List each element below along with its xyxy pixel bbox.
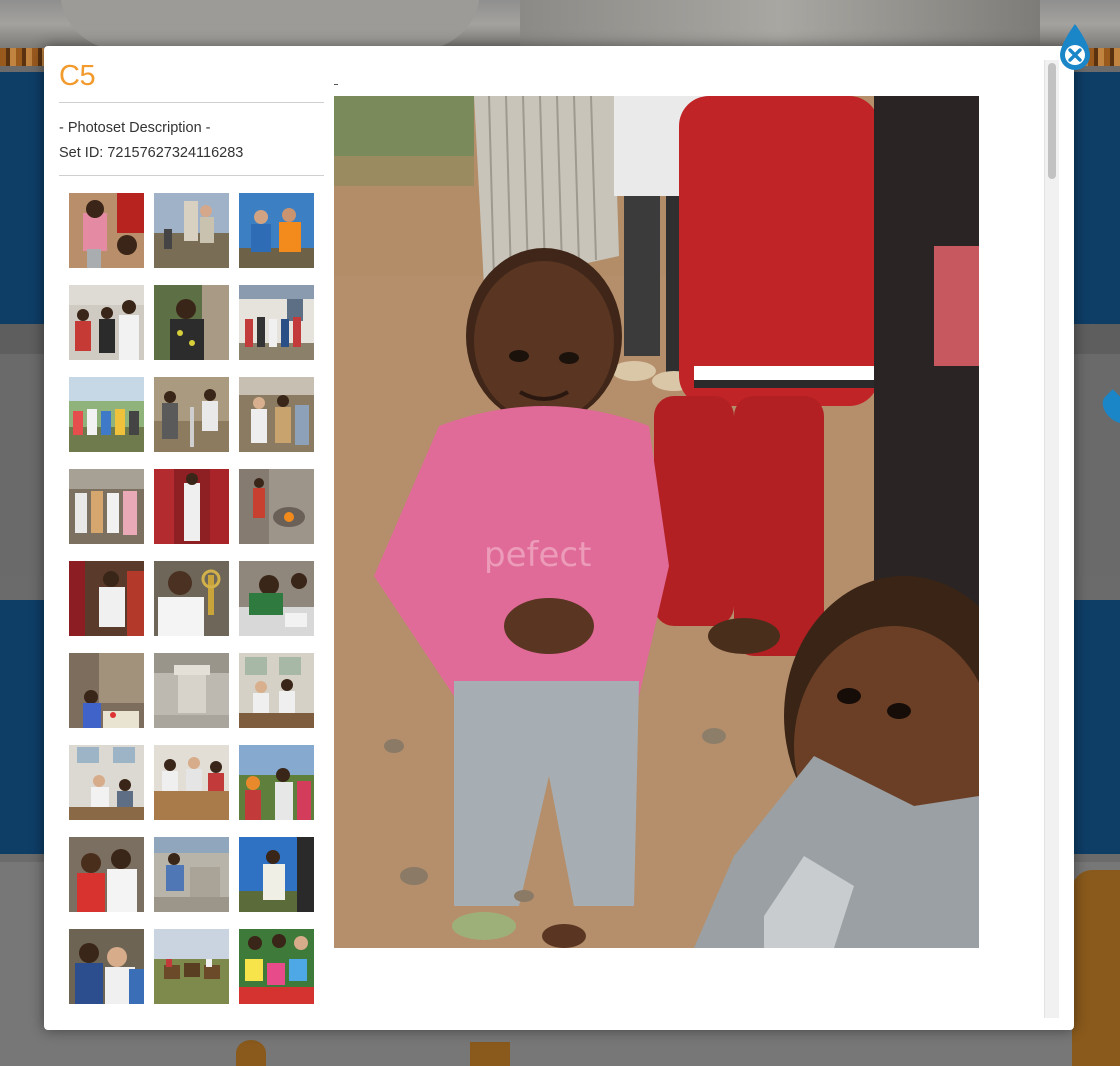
thumb-concrete-post[interactable] [154, 653, 229, 728]
thumb-group-outdoor[interactable] [69, 377, 144, 452]
close-button[interactable] [1056, 22, 1094, 74]
thumb-crowd-street[interactable] [69, 469, 144, 544]
thumb-girl-pink-shirt[interactable] [69, 193, 144, 268]
thumb-man-cross[interactable] [154, 561, 229, 636]
scrollbar-thumb[interactable] [1048, 63, 1056, 179]
thumb-women-together[interactable] [69, 929, 144, 1004]
main-photo[interactable]: pefect [334, 96, 979, 948]
divider [59, 102, 324, 103]
thumb-drawing-table[interactable] [239, 561, 314, 636]
thumb-group-building[interactable] [239, 285, 314, 360]
thumb-men-concrete[interactable] [154, 837, 229, 912]
thumb-people-village[interactable] [239, 377, 314, 452]
thumb-men-pump[interactable] [154, 377, 229, 452]
thumb-man-white-wrap[interactable] [239, 837, 314, 912]
thumb-classroom-group[interactable] [154, 745, 229, 820]
thumb-horses-field[interactable] [154, 929, 229, 1004]
thumb-women-field[interactable] [239, 745, 314, 820]
svg-text:pefect: pefect [484, 535, 591, 575]
lightbox-scrollbar[interactable] [1044, 60, 1059, 1018]
thumb-classroom-desks[interactable] [239, 653, 314, 728]
thumb-priest-red[interactable] [69, 561, 144, 636]
thumb-men-well[interactable] [154, 193, 229, 268]
thumb-stove-kitchen[interactable] [239, 469, 314, 544]
photoset-title: C5 [59, 60, 96, 92]
lightbox-content: C5 - Photoset Description - Set ID: 7215… [59, 58, 1045, 1016]
photoset-description: - Photoset Description - [59, 120, 211, 136]
thumb-classroom-window[interactable] [69, 745, 144, 820]
thumb-two-hikers[interactable] [239, 193, 314, 268]
thumb-woman-smiling[interactable] [154, 285, 229, 360]
close-droplet-icon [1060, 24, 1090, 70]
photo-link[interactable] [334, 84, 338, 85]
thumb-children-cards[interactable] [239, 929, 314, 1004]
thumb-group-men[interactable] [69, 285, 144, 360]
photoset-set-id: Set ID: 72157627324116283 [59, 145, 244, 161]
thumb-two-women-smiling[interactable] [69, 837, 144, 912]
thumb-children-pipes[interactable] [69, 653, 144, 728]
photoset-lightbox: C5 - Photoset Description - Set ID: 7215… [44, 46, 1074, 1030]
thumb-red-curtain[interactable] [154, 469, 229, 544]
divider [59, 175, 324, 176]
